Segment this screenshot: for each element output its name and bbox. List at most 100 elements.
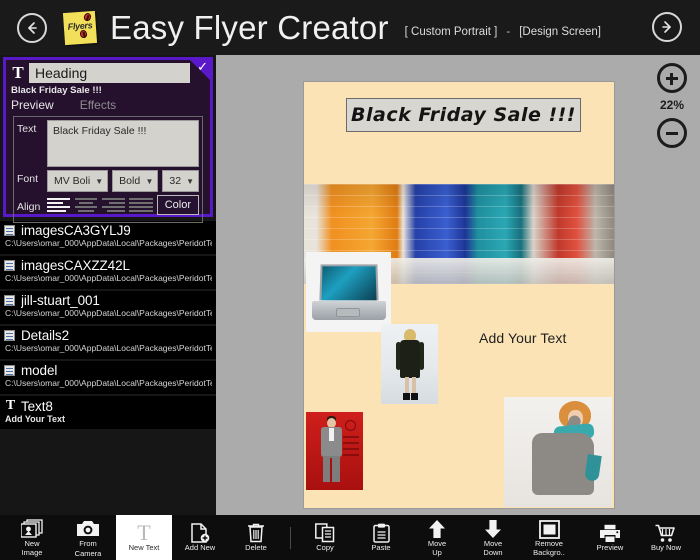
image-file-icon bbox=[4, 224, 17, 237]
text-label: Text bbox=[17, 123, 37, 135]
layer-path: C:\Users\omar_000\AppData\Local\Packages… bbox=[5, 308, 212, 318]
forward-button[interactable] bbox=[652, 12, 682, 42]
from-camera-label-1b: From bbox=[79, 539, 97, 548]
font-label: Font bbox=[17, 173, 39, 185]
flyer-body-text[interactable]: Add Your Text bbox=[479, 330, 566, 346]
new-image-button[interactable]: New Image bbox=[4, 515, 60, 560]
paste-button[interactable]: Paste bbox=[353, 515, 409, 560]
back-button[interactable] bbox=[17, 12, 47, 43]
layer-row-top: jill-stuart_001 bbox=[4, 293, 212, 308]
text-input[interactable]: Black Friday Sale !!! bbox=[47, 120, 199, 167]
page-title: Easy Flyer Creator bbox=[110, 8, 389, 46]
add-new-button[interactable]: Add New bbox=[172, 515, 228, 560]
layer-subtitle: Black Friday Sale !!! bbox=[11, 85, 102, 96]
layer-name: imagesCA3GYLJ9 bbox=[21, 223, 131, 238]
font-family-select[interactable]: MV Boli ▼ bbox=[47, 170, 109, 192]
layer-list: imagesCA3GYLJ9 C:\Users\omar_000\AppData… bbox=[0, 221, 216, 429]
layer-name: model bbox=[21, 363, 58, 378]
tab-effects[interactable]: Effects bbox=[80, 98, 116, 112]
move-up-label-2: Up bbox=[432, 548, 442, 557]
text-edit-form: Text Black Friday Sale !!! Font MV Boli … bbox=[13, 116, 203, 223]
clipboard-icon bbox=[372, 522, 390, 543]
align-center-button[interactable] bbox=[74, 196, 97, 215]
text-T-icon: T bbox=[5, 398, 16, 413]
list-item[interactable]: jill-stuart_001 C:\Users\omar_000\AppDat… bbox=[0, 291, 216, 324]
remove-background-button[interactable]: Remove Backgro.. bbox=[521, 515, 577, 560]
image-file-icon bbox=[4, 259, 17, 272]
remove-background-label-1: Remove bbox=[535, 538, 563, 548]
preview-label: Preview bbox=[596, 543, 624, 553]
chevron-down-icon: ▼ bbox=[186, 176, 194, 186]
trash-icon bbox=[247, 522, 265, 543]
fashion-model-photo[interactable] bbox=[381, 324, 438, 404]
printer-icon bbox=[599, 522, 621, 543]
list-item[interactable]: T Text8 Add Your Text bbox=[0, 396, 216, 429]
flyer-heading-text: Black Friday Sale !!! bbox=[351, 104, 576, 126]
layers-sidebar[interactable]: ✓ T Heading Black Friday Sale !!! Previe… bbox=[0, 55, 216, 515]
layer-path: C:\Users\omar_000\AppData\Local\Packages… bbox=[5, 343, 212, 353]
zoom-out-button[interactable] bbox=[657, 118, 687, 148]
arrow-up-icon bbox=[428, 518, 446, 539]
add-new-label: Add New bbox=[184, 543, 216, 553]
image-file-icon bbox=[4, 294, 17, 307]
app-header: Flyers Easy Flyer Creator [ Custom Portr… bbox=[0, 0, 700, 55]
text-properties-panel[interactable]: ✓ T Heading Black Friday Sale !!! Previe… bbox=[3, 57, 213, 223]
forward-arrow-icon bbox=[662, 21, 671, 33]
add-page-icon bbox=[190, 522, 210, 543]
zoom-controls: 22% bbox=[651, 63, 693, 148]
panel-header: T Heading bbox=[6, 60, 210, 83]
breadcrumb-separator: - bbox=[506, 25, 511, 38]
zoom-in-button[interactable] bbox=[657, 63, 687, 93]
arrow-down-icon bbox=[484, 518, 502, 539]
delete-button[interactable]: Delete bbox=[228, 515, 284, 560]
align-left-button[interactable] bbox=[47, 196, 71, 215]
copy-button[interactable]: Copy bbox=[297, 515, 353, 560]
font-weight-value: Bold bbox=[119, 175, 141, 187]
app-window: Flyers Easy Flyer Creator [ Custom Portr… bbox=[0, 0, 700, 560]
move-down-button[interactable]: Move Down bbox=[465, 515, 521, 560]
paste-label: Paste bbox=[371, 543, 391, 553]
shopping-cart-icon bbox=[655, 522, 677, 543]
list-item[interactable]: Details2 C:\Users\omar_000\AppData\Local… bbox=[0, 326, 216, 359]
new-text-button[interactable]: T New Text bbox=[116, 515, 172, 560]
align-right-button[interactable] bbox=[101, 196, 126, 215]
layer-name: Details2 bbox=[21, 328, 69, 343]
list-item[interactable]: imagesCAXZZ42L C:\Users\omar_000\AppData… bbox=[0, 256, 216, 289]
layer-title-input[interactable]: Heading bbox=[29, 63, 190, 83]
tab-preview[interactable]: Preview bbox=[11, 98, 54, 112]
design-canvas[interactable]: Black Friday Sale !!! Add Your Text 22% bbox=[216, 55, 700, 515]
layer-name: Text8 bbox=[21, 398, 53, 414]
red-suit-ad-photo[interactable] bbox=[306, 412, 363, 490]
appbar-right-group: Preview Buy Now bbox=[582, 515, 700, 560]
from-camera-button[interactable]: From Camera bbox=[60, 515, 116, 560]
image-file-icon bbox=[4, 364, 17, 377]
align-justify-button[interactable] bbox=[129, 196, 153, 215]
move-up-button[interactable]: Move Up bbox=[409, 515, 465, 560]
grey-sweater-model-photo[interactable] bbox=[504, 397, 612, 507]
new-image-label-1: New bbox=[24, 538, 40, 548]
flyer-heading-textbox[interactable]: Black Friday Sale !!! bbox=[346, 98, 581, 132]
toolbar-divider bbox=[290, 526, 291, 549]
panel-tabs[interactable]: Preview Effects bbox=[6, 96, 210, 114]
remove-background-label-2: Backgro.. bbox=[533, 548, 565, 557]
back-arrow-icon bbox=[28, 21, 37, 34]
font-size-select[interactable]: 32 ▼ bbox=[162, 170, 199, 192]
color-button[interactable]: Color bbox=[156, 195, 199, 215]
flyer-document[interactable]: Black Friday Sale !!! Add Your Text bbox=[304, 82, 614, 508]
preview-button[interactable]: Preview bbox=[582, 515, 638, 560]
laptop-photo[interactable] bbox=[306, 252, 391, 332]
from-camera-label-2: Camera bbox=[74, 548, 102, 558]
layer-path: C:\Users\omar_000\AppData\Local\Packages… bbox=[5, 378, 212, 388]
layer-row-top: imagesCAXZZ42L bbox=[4, 258, 212, 273]
layer-path: C:\Users\omar_000\AppData\Local\Packages… bbox=[5, 273, 212, 283]
text-field-row: Text Black Friday Sale !!! bbox=[17, 120, 199, 167]
list-item[interactable]: model C:\Users\omar_000\AppData\Local\Pa… bbox=[0, 361, 216, 394]
buy-now-button[interactable]: Buy Now bbox=[638, 515, 694, 560]
text-T-icon: T bbox=[12, 63, 24, 82]
new-image-label-2: Image bbox=[21, 548, 43, 557]
layer-row-top: imagesCA3GYLJ9 bbox=[4, 223, 212, 238]
layer-name: jill-stuart_001 bbox=[21, 293, 100, 308]
font-weight-select[interactable]: Bold ▼ bbox=[112, 170, 159, 192]
chevron-down-icon: ▼ bbox=[145, 176, 154, 186]
list-item[interactable]: imagesCA3GYLJ9 C:\Users\omar_000\AppData… bbox=[0, 221, 216, 254]
